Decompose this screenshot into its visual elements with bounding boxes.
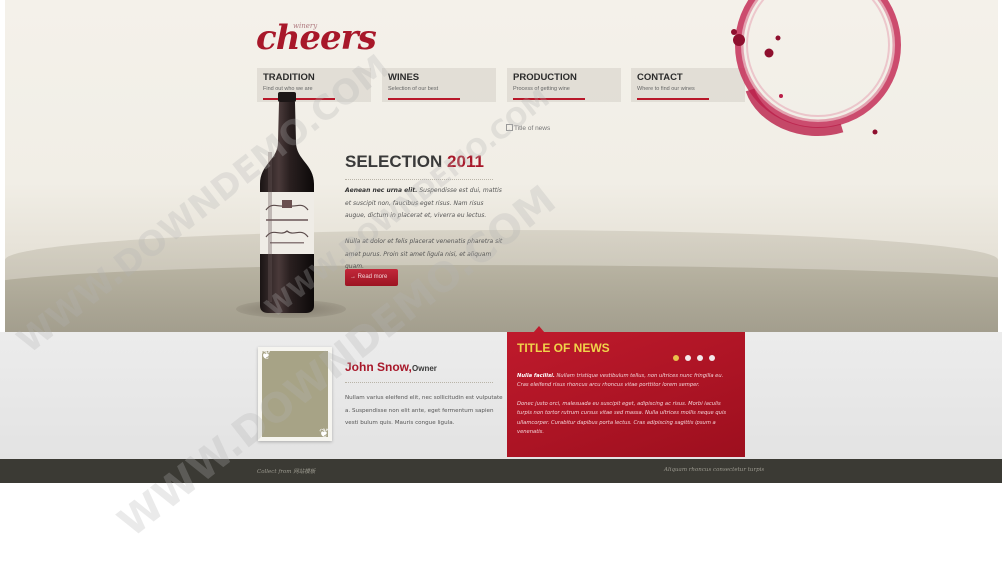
selection-year: 2011 (447, 152, 484, 171)
nav-item-subtitle: Process of getting wine (513, 86, 570, 92)
divider (345, 179, 493, 180)
footer: Collect from 网站模板 Aliquam rhoncus consec… (0, 459, 1002, 483)
wine-bottle-image (260, 92, 314, 313)
nav-item-label: WINES (388, 72, 420, 83)
page: winery cheers TRADITION Find out who we … (0, 0, 1002, 564)
corner-ornament-icon: ❦ (261, 348, 272, 362)
nav-item-underline (637, 98, 709, 100)
selection-heading: SELECTION 2011 (345, 152, 484, 172)
news-panel: TITLE OF NEWS Nulla facilisi. Nullam tri… (507, 332, 745, 457)
owner-name: John Snow, (345, 360, 412, 374)
news-title: TITLE OF NEWS (517, 341, 610, 355)
owner-portrait-frame: ❦ ❦ (258, 347, 332, 441)
owner-bio: Nullam varius eleifend elit, nec sollici… (345, 395, 503, 427)
news-image-alt: Title of news (514, 125, 551, 132)
carousel-dot[interactable] (709, 355, 715, 361)
carousel-dot[interactable] (673, 355, 679, 361)
nav-item-subtitle: Selection of our best (388, 86, 439, 92)
divider (345, 382, 493, 383)
footer-tagline: Aliquam rhoncus consectetur turpis (664, 467, 765, 473)
selection-paragraph-1: Aenean nec urna elit. Suspendisse est du… (345, 185, 505, 223)
selection-lead: Aenean nec urna elit. (345, 187, 418, 194)
nav-item-label: PRODUCTION (513, 72, 577, 83)
nav-item-wines[interactable]: WINES Selection of our best (382, 68, 496, 102)
carousel-dot[interactable] (697, 355, 703, 361)
selection-paragraph-2: Nulla at dolor et felis placerat venenat… (345, 238, 503, 270)
news-paragraph-2: Donec justo orci, malesuada eu suscipit … (517, 401, 727, 436)
footer-credit: Collect from 网站模板 (257, 469, 316, 475)
nav-item-underline (513, 98, 585, 100)
wine-stain-decoration (731, 0, 901, 137)
owner-portrait (262, 351, 328, 437)
selection-heading-text: SELECTION (345, 152, 443, 171)
logo[interactable]: winery cheers (256, 12, 377, 58)
broken-image-icon (506, 124, 513, 131)
corner-ornament-icon: ❦ (318, 426, 329, 440)
owner-role: Owner (412, 364, 437, 373)
news-lead: Nulla facilisi. (517, 373, 555, 379)
nav-item-underline (388, 98, 460, 100)
nav-item-production[interactable]: PRODUCTION Process of getting wine (507, 68, 621, 102)
vineyard-field-background (5, 265, 998, 332)
read-more-button[interactable]: → Read more (345, 269, 398, 286)
carousel-dot[interactable] (685, 355, 691, 361)
news-paragraph-1: Nulla facilisi. Nullam tristique vestibu… (517, 372, 735, 391)
news-image-placeholder: Title of news (506, 124, 550, 132)
logo-text: cheers (256, 18, 377, 58)
news-carousel-dots (673, 346, 721, 365)
nav-item-label: TRADITION (263, 72, 315, 83)
